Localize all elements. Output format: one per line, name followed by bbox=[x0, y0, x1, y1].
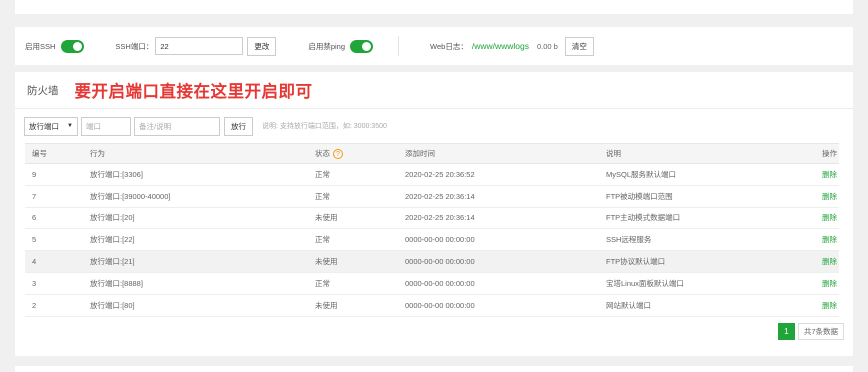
cell-status: 未使用 bbox=[308, 294, 398, 317]
clear-log-button[interactable]: 清空 bbox=[564, 36, 594, 56]
port-input[interactable] bbox=[81, 116, 131, 136]
cell-id: 9 bbox=[25, 163, 83, 186]
cell-ops: 删除 bbox=[779, 294, 839, 317]
ssh-port-label: SSH端口： bbox=[115, 41, 154, 51]
cell-time: 0000-00-00 00:00:00 bbox=[398, 228, 599, 252]
firewall-title: 防火墙 bbox=[27, 84, 59, 97]
cell-id: 4 bbox=[25, 250, 83, 273]
cell-id: 7 bbox=[25, 185, 83, 208]
cell-ops: 删除 bbox=[779, 163, 839, 186]
table-row: 4 放行端口:[21] 未使用 0000-00-00 00:00:00 FTP协… bbox=[25, 250, 839, 273]
firewall-header: 防火墙 要开启端口直接在这里开启即可 bbox=[15, 72, 853, 108]
col-status-label: 状态 bbox=[315, 148, 330, 158]
col-status: 状态? bbox=[308, 143, 398, 164]
cell-id: 2 bbox=[25, 294, 83, 317]
cell-time: 0000-00-00 00:00:00 bbox=[398, 250, 599, 273]
cell-id: 6 bbox=[25, 207, 83, 230]
cell-action: 放行端口:[21] bbox=[83, 250, 308, 273]
cell-desc: SSH远程服务 bbox=[599, 228, 779, 252]
ssh-enable-toggle[interactable] bbox=[61, 39, 85, 53]
cell-status: 正常 bbox=[308, 228, 398, 252]
delete-link[interactable]: 删除 bbox=[822, 257, 837, 266]
remark-input[interactable] bbox=[134, 116, 220, 136]
delete-link[interactable]: 删除 bbox=[822, 235, 837, 244]
table-header-row: 编号 行为 状态? 添加时间 说明 操作 bbox=[25, 143, 839, 164]
cell-desc: 宝塔Linux面板默认端口 bbox=[599, 272, 779, 295]
col-id: 编号 bbox=[25, 143, 83, 164]
cell-ops: 删除 bbox=[779, 250, 839, 273]
col-ops: 操作 bbox=[779, 143, 839, 164]
web-log-label: Web日志： bbox=[430, 41, 468, 51]
cell-time: 2020-02-25 20:36:14 bbox=[398, 207, 599, 230]
cell-time: 0000-00-00 00:00:00 bbox=[398, 294, 599, 317]
delete-link[interactable]: 删除 bbox=[822, 170, 837, 179]
ping-block-toggle[interactable] bbox=[350, 39, 374, 53]
delete-link[interactable]: 删除 bbox=[822, 279, 837, 288]
table-row: 3 放行端口:[8888] 正常 0000-00-00 00:00:00 宝塔L… bbox=[25, 272, 839, 295]
help-icon[interactable]: ? bbox=[333, 149, 343, 159]
col-time: 添加时间 bbox=[398, 143, 599, 164]
firewall-note: 要开启端口直接在这里开启即可 bbox=[74, 83, 313, 101]
rule-type-value: 放行端口 bbox=[29, 121, 59, 131]
firewall-rules-table: 编号 行为 状态? 添加时间 说明 操作 9 放行端口:[3306] 正常 20… bbox=[25, 143, 839, 317]
cell-action: 放行端口:[20] bbox=[83, 207, 308, 230]
cell-desc: FTP被动模端口范围 bbox=[599, 185, 779, 208]
ssh-enable-label: 启用SSH bbox=[25, 41, 56, 51]
cell-status: 未使用 bbox=[308, 250, 398, 273]
change-port-button[interactable]: 更改 bbox=[247, 36, 277, 56]
table-row: 6 放行端口:[20] 未使用 2020-02-25 20:36:14 FTP主… bbox=[25, 207, 839, 230]
cell-status: 正常 bbox=[308, 185, 398, 208]
cell-desc: FTP主动模式数据端口 bbox=[599, 207, 779, 230]
cell-desc: FTP协议默认端口 bbox=[599, 250, 779, 273]
cell-ops: 删除 bbox=[779, 207, 839, 230]
ssh-settings-panel: 启用SSH SSH端口： 更改 启用禁ping Web日志： /www/wwwl… bbox=[15, 27, 853, 65]
cell-desc: MySQL服务默认端口 bbox=[599, 163, 779, 186]
cell-desc: 网站默认端口 bbox=[599, 294, 779, 317]
delete-link[interactable]: 删除 bbox=[822, 213, 837, 222]
pagination: 1 共7条数据 bbox=[777, 323, 844, 340]
table-row: 2 放行端口:[80] 未使用 0000-00-00 00:00:00 网站默认… bbox=[25, 294, 839, 317]
firewall-panel: 防火墙 要开启端口直接在这里开启即可 放行端口 ▼ 放行 说明: 支持放行端口范… bbox=[15, 72, 853, 356]
cell-ops: 删除 bbox=[779, 272, 839, 295]
cell-action: 放行端口:[22] bbox=[83, 228, 308, 252]
page-total-count: 共7条数据 bbox=[797, 323, 844, 340]
ssh-port-input[interactable] bbox=[155, 37, 244, 55]
cell-status: 正常 bbox=[308, 272, 398, 295]
delete-link[interactable]: 删除 bbox=[822, 192, 837, 201]
cell-action: 放行端口:[80] bbox=[83, 294, 308, 317]
top-panel-strip bbox=[15, 0, 853, 14]
cell-time: 2020-02-25 20:36:14 bbox=[398, 185, 599, 208]
toolbar-hint: 说明: 支持放行端口范围，如: 3000:3500 bbox=[262, 123, 387, 130]
cell-status: 未使用 bbox=[308, 207, 398, 230]
cell-time: 2020-02-25 20:36:52 bbox=[398, 163, 599, 186]
web-log-size: 0.00 b bbox=[536, 41, 558, 51]
col-action: 行为 bbox=[83, 143, 308, 164]
cell-status: 正常 bbox=[308, 163, 398, 186]
divider bbox=[398, 36, 400, 56]
bottom-panel-strip bbox=[15, 366, 853, 372]
cell-ops: 删除 bbox=[779, 185, 839, 208]
web-log-path: /www/wwwlogs bbox=[471, 41, 529, 51]
firewall-toolbar: 放行端口 ▼ 放行 说明: 支持放行端口范围，如: 3000:3500 bbox=[15, 109, 853, 143]
cell-action: 放行端口:[39000-40000] bbox=[83, 185, 308, 208]
cell-action: 放行端口:[3306] bbox=[83, 163, 308, 186]
allow-port-button[interactable]: 放行 bbox=[224, 116, 253, 136]
page-current-button[interactable]: 1 bbox=[777, 323, 795, 340]
col-desc: 说明 bbox=[599, 143, 779, 164]
chevron-down-icon: ▼ bbox=[67, 123, 73, 129]
cell-time: 0000-00-00 00:00:00 bbox=[398, 272, 599, 295]
cell-id: 5 bbox=[25, 228, 83, 252]
table-row: 7 放行端口:[39000-40000] 正常 2020-02-25 20:36… bbox=[25, 185, 839, 208]
table-row: 9 放行端口:[3306] 正常 2020-02-25 20:36:52 MyS… bbox=[25, 163, 839, 186]
table-row: 5 放行端口:[22] 正常 0000-00-00 00:00:00 SSH远程… bbox=[25, 228, 839, 252]
delete-link[interactable]: 删除 bbox=[822, 301, 837, 310]
ping-block-label: 启用禁ping bbox=[308, 41, 346, 51]
cell-id: 3 bbox=[25, 272, 83, 295]
cell-action: 放行端口:[8888] bbox=[83, 272, 308, 295]
rule-type-select[interactable]: 放行端口 ▼ bbox=[24, 116, 78, 136]
cell-ops: 删除 bbox=[779, 228, 839, 252]
